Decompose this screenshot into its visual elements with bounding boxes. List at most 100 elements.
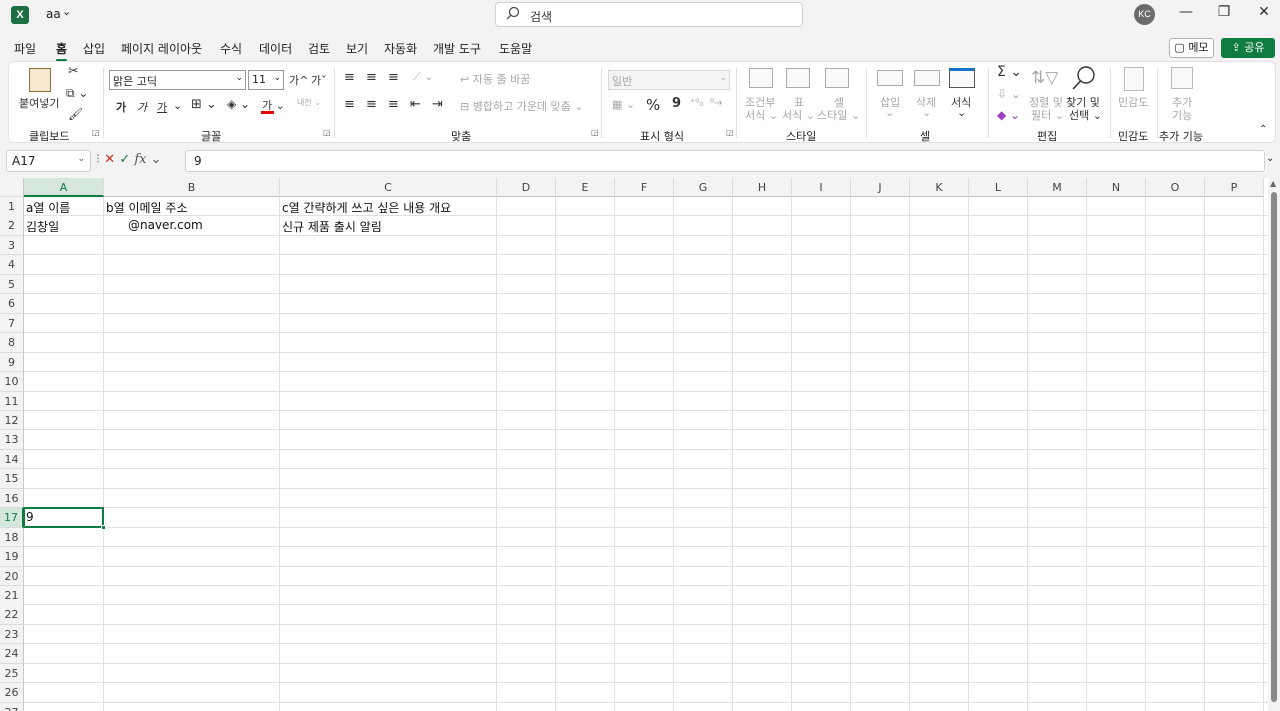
scrollbar-thumb[interactable] [1271, 192, 1277, 702]
row-header-9[interactable]: 9 [0, 352, 24, 373]
row-header-21[interactable]: 21 [0, 586, 24, 606]
italic-button[interactable]: 가 [137, 99, 147, 115]
format-painter-icon[interactable]: 🖌 [68, 107, 83, 121]
find-icon[interactable] [1071, 65, 1097, 94]
dialog-launcher-icon[interactable]: ◲ [323, 128, 331, 137]
font-name-select[interactable]: 맑은 고딕 ⌄ [109, 70, 246, 90]
bold-button[interactable]: 가 [116, 99, 126, 115]
row-header-6[interactable]: 6 [0, 294, 24, 314]
increase-font-icon[interactable]: 가^ [289, 72, 308, 88]
row-header-24[interactable]: 24 [0, 644, 24, 664]
row-header-27[interactable]: 27 [0, 702, 24, 711]
formula-input[interactable]: 9 [185, 150, 1265, 172]
tab-help[interactable]: 도움말 [499, 40, 532, 57]
phonetic-icon[interactable]: 내천 ⌄ [297, 97, 321, 108]
dialog-launcher-icon[interactable]: ◲ [726, 128, 734, 137]
row-header-11[interactable]: 11 [0, 391, 24, 411]
row-header-12[interactable]: 12 [0, 410, 24, 431]
fill-handle[interactable] [101, 524, 106, 530]
tab-insert[interactable]: 삽입 [83, 40, 105, 57]
number-format-select[interactable]: 일반 ⌄ [608, 70, 730, 90]
column-header-a[interactable]: A [24, 178, 104, 197]
row-header-18[interactable]: 18 [0, 527, 24, 548]
tab-data[interactable]: 데이터 [259, 40, 292, 57]
row-header-3[interactable]: 3 [0, 235, 24, 256]
column-header-d[interactable]: D [497, 178, 556, 197]
chevron-down-icon[interactable]: ⌄ [173, 99, 182, 112]
insert-function-icon[interactable]: fx [134, 152, 146, 167]
column-header-m[interactable]: M [1028, 178, 1087, 197]
tab-developer[interactable]: 개발 도구 [433, 40, 481, 57]
fill-color-icon[interactable]: ◈ ⌄ [227, 97, 250, 111]
row-header-15[interactable]: 15 [0, 469, 24, 489]
autosum-icon[interactable]: Σ ⌄ [997, 64, 1022, 80]
row-header-5[interactable]: 5 [0, 274, 24, 295]
enter-icon[interactable]: ✓ [119, 152, 130, 167]
search-box[interactable]: 검색 [495, 2, 803, 27]
column-header-k[interactable]: K [910, 178, 969, 197]
align-right-icon[interactable]: ≡ [388, 97, 399, 112]
memo-button[interactable]: ▢ 메모 [1169, 38, 1214, 58]
row-header-22[interactable]: 22 [0, 605, 24, 625]
underline-button[interactable]: 가 [157, 99, 167, 115]
row-header-20[interactable]: 20 [0, 566, 24, 587]
row-header-14[interactable]: 14 [0, 449, 24, 470]
share-button[interactable]: ⇪ 공유 [1221, 38, 1275, 58]
column-header-o[interactable]: O [1146, 178, 1205, 197]
row-header-26[interactable]: 26 [0, 683, 24, 703]
chevron-down-icon[interactable]: ⌄ [62, 5, 71, 18]
delete-cells-icon[interactable] [914, 70, 940, 86]
column-header-p[interactable]: P [1205, 178, 1264, 197]
row-header-13[interactable]: 13 [0, 430, 24, 450]
increase-indent-icon[interactable]: ⇥ [432, 97, 443, 112]
tab-automate[interactable]: 자동화 [384, 40, 417, 57]
column-header-n[interactable]: N [1087, 178, 1146, 197]
column-header-g[interactable]: G [674, 178, 733, 197]
column-header-j[interactable]: J [851, 178, 910, 197]
cut-icon[interactable]: ✂ [68, 64, 79, 79]
align-center-icon[interactable]: ≡ [366, 97, 377, 112]
decrease-decimal-icon[interactable]: ⁰→ [710, 98, 722, 109]
column-header-b[interactable]: B [104, 178, 280, 197]
row-header-19[interactable]: 19 [0, 547, 24, 567]
tab-home[interactable]: 홈 [56, 40, 68, 62]
collapse-ribbon-icon[interactable]: ⌃ [1259, 124, 1267, 135]
column-header-i[interactable]: I [792, 178, 851, 197]
sort-filter-icon[interactable]: ⇅▽ [1031, 68, 1058, 88]
fill-icon[interactable]: ⇩ ⌄ [997, 87, 1021, 101]
cell-b2[interactable]: @naver.com [128, 218, 203, 232]
merge-center-button[interactable]: ⊟ 병합하고 가운데 맞춤 ⌄ [460, 98, 584, 114]
column-header-l[interactable]: L [969, 178, 1028, 197]
dialog-launcher-icon[interactable]: ◲ [92, 128, 100, 137]
select-all-corner[interactable] [0, 178, 24, 197]
row-header-25[interactable]: 25 [0, 663, 24, 684]
font-size-select[interactable]: 11 ⌄ [248, 70, 284, 90]
paste-icon[interactable] [29, 68, 51, 92]
column-header-h[interactable]: H [733, 178, 792, 197]
name-box[interactable]: A17 ⌄ [6, 150, 91, 172]
decrease-indent-icon[interactable]: ⇤ [410, 97, 421, 112]
tab-file[interactable]: 파일 [14, 40, 36, 57]
sensitivity-icon[interactable] [1124, 67, 1144, 91]
chevron-down-icon[interactable]: ⌄ [885, 106, 894, 119]
spreadsheet-grid[interactable]: A B C D E F G H I J K L M N O P 1 2 3 4 5 6 7 8 9 10 11 12 13 14 15 16 1… [0, 178, 1268, 711]
chevron-down-icon[interactable]: ⌄ [922, 106, 931, 119]
chevron-down-icon[interactable]: ⌄ [957, 106, 966, 119]
document-name[interactable]: aa [46, 7, 61, 21]
align-top-icon[interactable]: ≡ [344, 70, 355, 85]
column-header-e[interactable]: E [556, 178, 615, 197]
column-header-f[interactable]: F [615, 178, 674, 197]
decrease-font-icon[interactable]: 가ˇ [311, 72, 327, 88]
row-header-16[interactable]: 16 [0, 488, 24, 509]
restore-button[interactable]: ❐ [1214, 4, 1234, 24]
minimize-button[interactable]: — [1176, 4, 1196, 24]
align-left-icon[interactable]: ≡ [344, 97, 355, 112]
column-header-c[interactable]: C [280, 178, 497, 197]
avatar[interactable]: KC [1134, 4, 1155, 25]
align-bottom-icon[interactable]: ≡ [388, 70, 399, 85]
close-button[interactable]: ✕ [1254, 4, 1274, 24]
cell-a1[interactable]: a열 이름 [26, 199, 70, 216]
row-header-17[interactable]: 17 [0, 508, 24, 528]
dialog-launcher-icon[interactable]: ◲ [591, 128, 599, 137]
tab-review[interactable]: 검토 [308, 40, 330, 57]
